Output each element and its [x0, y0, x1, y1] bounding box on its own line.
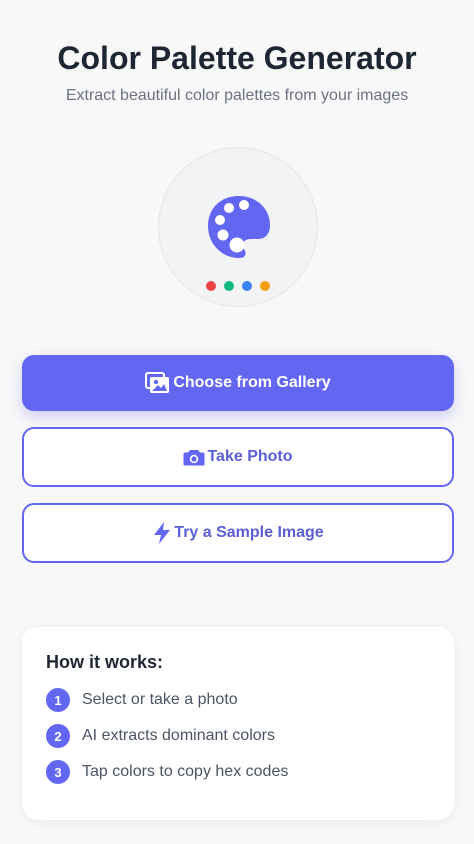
step-number: 1 [46, 688, 70, 712]
lightning-icon [152, 521, 172, 545]
page-subtitle: Extract beautiful color palettes from yo… [65, 87, 409, 104]
swatch-dot-blue [242, 281, 252, 291]
choose-from-gallery-label: Choose from Gallery [173, 374, 331, 391]
step-number: 2 [46, 724, 70, 748]
step-text: AI extracts dominant colors [82, 727, 275, 744]
page-title: Color Palette Generator [57, 40, 417, 76]
step-item: 1 Select or take a photo [46, 688, 238, 712]
hero-illustration [158, 147, 318, 307]
camera-icon [183, 448, 205, 466]
swatch-dot-amber [260, 281, 270, 291]
step-text: Select or take a photo [82, 691, 238, 708]
how-it-works-title: How it works: [46, 652, 164, 672]
images-icon [145, 372, 171, 394]
take-photo-button[interactable]: Take Photo [22, 427, 454, 487]
swatch-dots [206, 281, 272, 291]
try-sample-image-button[interactable]: Try a Sample Image [22, 503, 454, 563]
swatch-dot-red [206, 281, 216, 291]
choose-from-gallery-button[interactable]: Choose from Gallery [22, 355, 454, 411]
app-screen: Color Palette Generator Extract beautifu… [0, 0, 474, 844]
take-photo-label: Take Photo [207, 448, 293, 465]
palette-icon [208, 196, 270, 258]
step-text: Tap colors to copy hex codes [82, 763, 289, 780]
step-item: 2 AI extracts dominant colors [46, 724, 275, 748]
try-sample-image-label: Try a Sample Image [174, 524, 324, 541]
step-number: 3 [46, 760, 70, 784]
how-it-works-card: How it works: 1 Select or take a photo 2… [22, 627, 454, 820]
step-item: 3 Tap colors to copy hex codes [46, 760, 288, 784]
swatch-dot-green [224, 281, 234, 291]
